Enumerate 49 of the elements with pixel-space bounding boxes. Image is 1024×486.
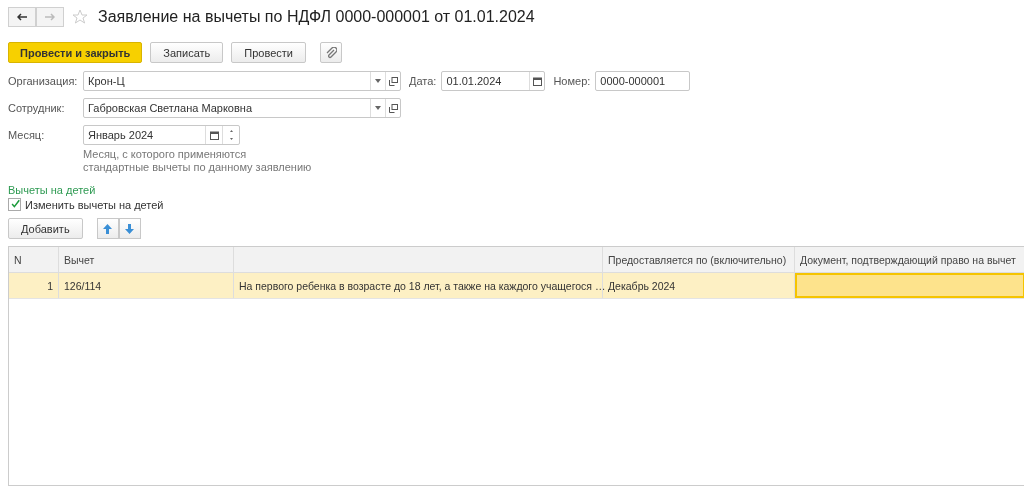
open-button[interactable] [385,72,400,90]
checkbox[interactable] [8,198,21,211]
toolbar-button[interactable]: Провести и закрыть [8,42,143,63]
table-row[interactable]: 1 126/114 На первого ребенка в возрасте до 18 лет, а также на каждого учащегося … Декабрь 2024 [9,273,1024,299]
caret-icon [375,79,381,83]
calendar-button[interactable] [529,72,545,90]
add-button[interactable]: Добавить [8,218,83,239]
arrow-up-icon [103,223,113,234]
employee-field[interactable]: Габровская Светлана Марковна [83,98,401,118]
column-header[interactable]: Вычет [59,247,234,272]
arrow-down-icon [125,223,135,234]
field-label: Месяц: [8,129,46,141]
section-title: Вычеты на детей [8,184,97,196]
field-label: Дата: [409,75,437,87]
arrow-right-icon [45,13,55,21]
calendar-icon [209,130,219,140]
arrow-left-icon [17,13,27,21]
caret-icon [375,106,381,110]
field-label: Организация: [8,75,79,87]
toolbar-button[interactable]: Провести [231,42,306,63]
table-cell: На первого ребенка в возрасте до 18 лет, а также на каждого учащегося … [234,273,603,298]
hint-text: Месяц, с которого применяются стандартные вычеты по данному заявлению [83,148,313,174]
table-cell: 126/114 [59,273,234,298]
calendar-button[interactable] [205,126,222,144]
checkbox-label: Изменить вычеты на детей [25,198,164,211]
attach-button[interactable] [320,42,342,63]
open-window-icon [388,103,398,113]
window-title: Заявление на вычеты по НДФЛ 0000-000001 от 01.01.2024 [98,8,535,26]
table-cell: 1 [9,273,59,298]
toolbar-button[interactable]: Записать [150,42,224,63]
calendar-icon [532,76,542,86]
column-header[interactable]: Документ, подтверждающий право на вычет [795,247,1024,272]
column-header[interactable]: Предоставляется по (включительно) [603,247,795,272]
field-label: Сотрудник: [8,102,66,114]
spin-arrows-icon [228,128,234,142]
move-down-button[interactable] [118,218,141,239]
paperclip-icon [325,46,337,59]
checkmark-icon [11,197,20,210]
organization-field[interactable]: Крон-Ц [83,71,401,91]
number-field[interactable]: 0000-000001 [595,71,691,91]
open-window-icon [388,76,398,86]
open-button[interactable] [385,99,400,117]
move-up-button[interactable] [96,218,119,239]
column-header[interactable]: N [9,247,59,272]
star-icon[interactable] [72,9,88,25]
field-label: Номер: [553,75,591,87]
back-button[interactable] [8,7,36,27]
date-field[interactable]: 01.01.2024 [441,71,546,91]
month-field[interactable]: Январь 2024 [83,125,240,145]
